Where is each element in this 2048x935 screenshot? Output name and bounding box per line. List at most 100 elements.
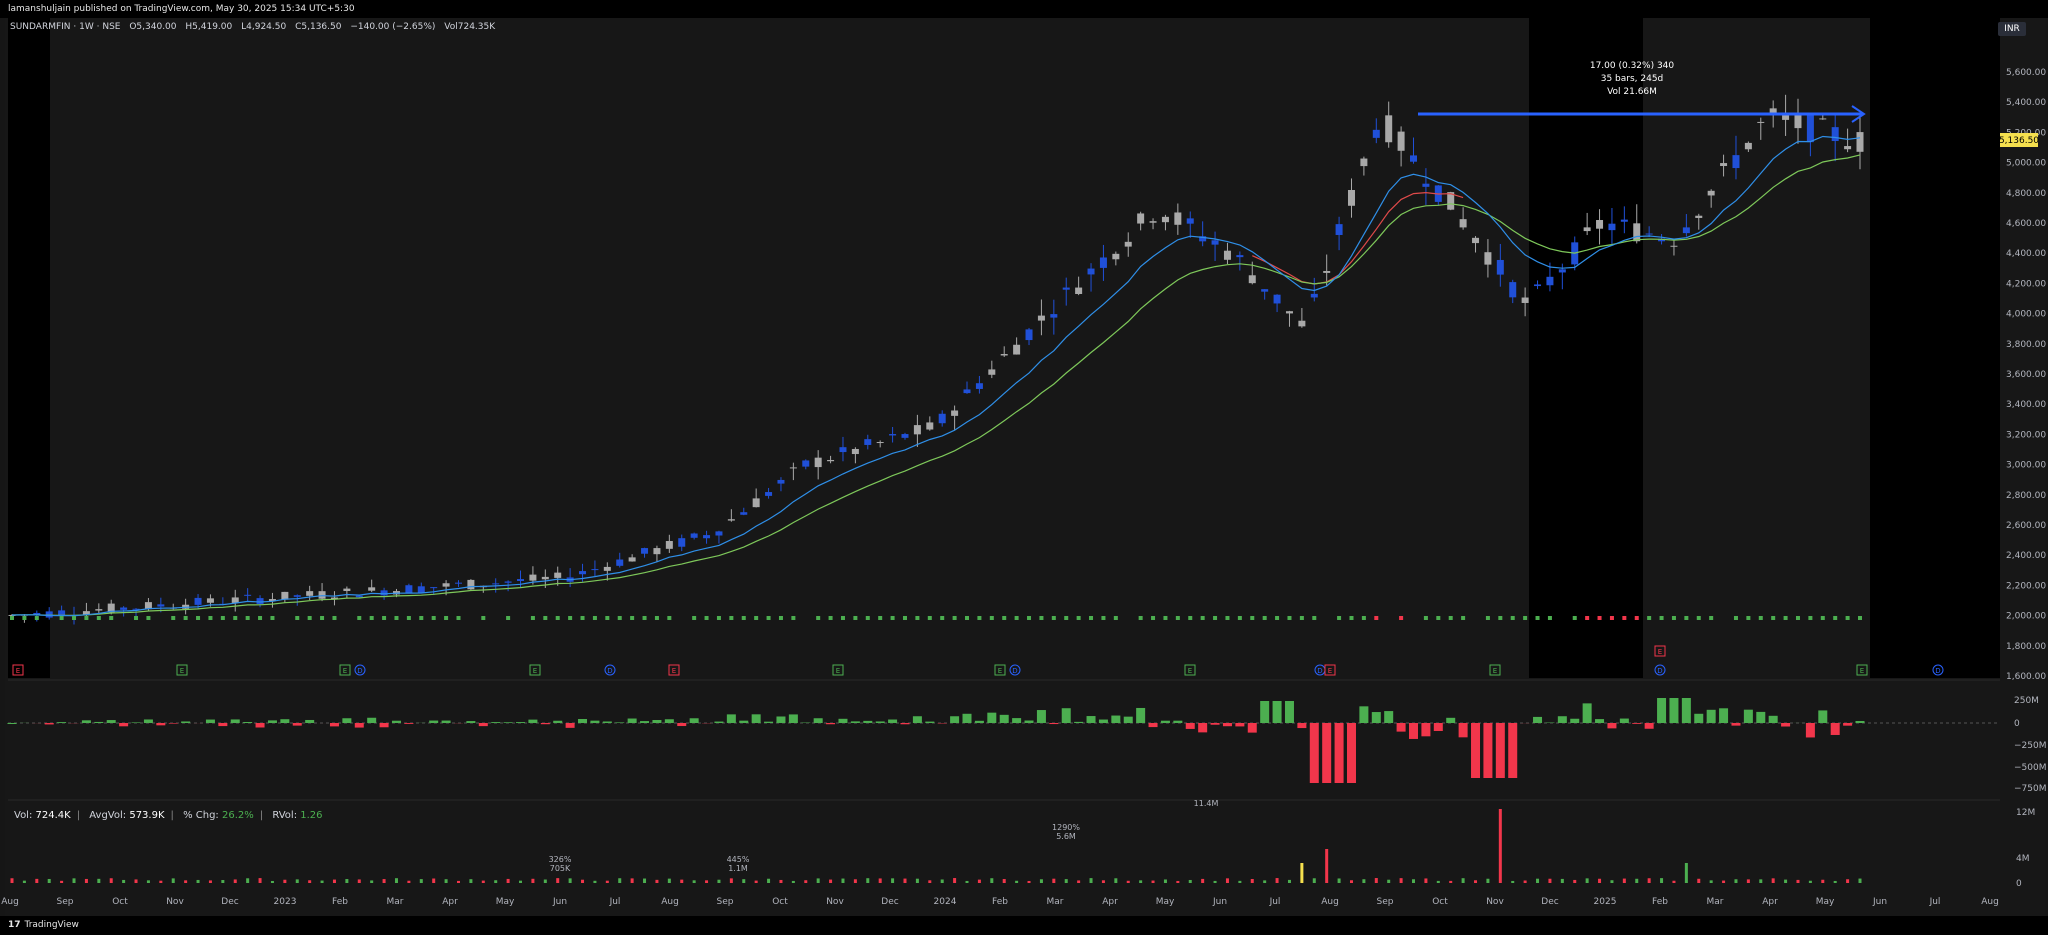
candle bbox=[1273, 294, 1281, 313]
oscillator-bar bbox=[838, 718, 848, 723]
oscillator-bar bbox=[1235, 723, 1245, 727]
signal-dot bbox=[791, 616, 796, 620]
oscillator-bar bbox=[689, 718, 699, 723]
volume-bar bbox=[878, 878, 882, 883]
oscillator-bar bbox=[1222, 723, 1232, 727]
candle bbox=[1806, 113, 1814, 157]
event-marker-label: E bbox=[180, 667, 184, 675]
candle-body bbox=[1261, 289, 1269, 292]
oscillator-bar bbox=[1123, 716, 1133, 723]
volume-bar bbox=[60, 880, 64, 883]
event-markers[interactable]: E E E D E D E E E D E D E E DEE D bbox=[12, 645, 1944, 676]
volume-bar bbox=[1622, 878, 1626, 883]
candle-body bbox=[1744, 142, 1752, 150]
volume-bar bbox=[1387, 879, 1391, 883]
oscillator-bar bbox=[987, 712, 997, 723]
candle-body bbox=[889, 434, 897, 436]
candle bbox=[1186, 211, 1194, 238]
volume-bar bbox=[494, 880, 498, 883]
measure-line2: 35 bars, 245d bbox=[1600, 74, 1664, 84]
volume-bar bbox=[1089, 878, 1093, 883]
signal-dot bbox=[1076, 616, 1081, 620]
volume-bar bbox=[1349, 880, 1353, 883]
volume-bar bbox=[1114, 878, 1118, 883]
oscillator-bar bbox=[1272, 701, 1282, 723]
volume-bar bbox=[1201, 878, 1205, 883]
candle bbox=[1099, 244, 1107, 281]
volume-bar bbox=[35, 878, 39, 883]
currency-badge[interactable]: INR bbox=[1998, 22, 2026, 36]
candle bbox=[1844, 128, 1852, 153]
time-axis-label: Apr bbox=[1762, 897, 1778, 907]
oscillator-bar bbox=[776, 716, 786, 723]
price-axis[interactable]: 5,600.005,400.005,200.005,000.004,800.00… bbox=[2006, 68, 2046, 682]
time-axis[interactable]: Aug Sep Oct Nov Dec 2023 Feb Mar Apr May Jun Jul Aug… bbox=[1, 897, 1999, 907]
signal-dot bbox=[729, 616, 734, 620]
volume-bar bbox=[841, 878, 845, 883]
volume-bar bbox=[258, 878, 262, 883]
volume-bar bbox=[742, 879, 746, 883]
signal-dot bbox=[865, 616, 870, 620]
measure-line1: 17.00 (0.32%) 340 bbox=[1589, 61, 1675, 71]
oscillator-bar bbox=[764, 721, 774, 723]
oscillator-bar bbox=[1805, 723, 1815, 738]
candle bbox=[603, 562, 611, 581]
signal-dot bbox=[394, 616, 399, 620]
signal-dot bbox=[1287, 616, 1292, 620]
candle-body bbox=[231, 597, 239, 603]
candle-body bbox=[492, 583, 500, 585]
oscillator-bar bbox=[602, 721, 612, 723]
oscillator-bar bbox=[1756, 711, 1766, 723]
candle bbox=[405, 583, 413, 593]
candle-body bbox=[1682, 227, 1690, 234]
event-marker-label: D bbox=[1012, 667, 1017, 675]
measure-line3: Vol 21.66M bbox=[1607, 87, 1657, 97]
candle-body bbox=[281, 591, 289, 600]
oscillator-bar bbox=[1359, 706, 1369, 723]
chg-value: 26.2% bbox=[221, 810, 254, 821]
candle-body bbox=[206, 598, 214, 603]
signal-dot bbox=[1510, 616, 1515, 620]
time-axis-label: Feb bbox=[1652, 897, 1668, 907]
volume-bar bbox=[519, 880, 523, 883]
volume-bar bbox=[1412, 879, 1416, 883]
candle bbox=[814, 450, 822, 480]
price-chart[interactable]: EEEDEDEEEDEDEEDEED 5,600.005,400.005,200… bbox=[0, 0, 2048, 935]
oscillator-bar bbox=[81, 720, 91, 723]
tradingview-logo-icon[interactable]: 17 bbox=[8, 920, 21, 930]
oscillator-bar bbox=[1049, 723, 1059, 725]
signal-dot bbox=[1845, 616, 1850, 620]
symbol-name[interactable]: SUNDARMFIN · 1W · NSE bbox=[10, 22, 120, 32]
volume-bar bbox=[1771, 878, 1775, 883]
candle bbox=[591, 560, 599, 577]
candle bbox=[864, 434, 872, 450]
time-axis-label: Aug bbox=[1981, 897, 1999, 907]
oscillator-bar bbox=[7, 723, 17, 724]
volume-annotation: 705K bbox=[550, 864, 571, 873]
oscillator-bar bbox=[1111, 715, 1121, 723]
oscillator-bar bbox=[1781, 723, 1791, 727]
volume-bar bbox=[581, 879, 585, 883]
signal-dot bbox=[1312, 616, 1317, 620]
oscillator-bar bbox=[590, 720, 600, 723]
oscillator-bar bbox=[1570, 718, 1580, 723]
footer-brand[interactable]: TradingView bbox=[25, 920, 79, 930]
oscillator-bar bbox=[1074, 721, 1084, 723]
event-marker-label: E bbox=[1493, 667, 1497, 675]
signal-dot bbox=[543, 616, 548, 620]
signal-dot bbox=[1027, 616, 1032, 620]
volume-bar bbox=[1126, 880, 1130, 883]
candle-body bbox=[1397, 131, 1405, 151]
candle-body bbox=[1013, 344, 1021, 355]
volume-bar bbox=[618, 878, 622, 883]
signal-dot bbox=[654, 616, 659, 620]
oscillator-bar bbox=[1136, 707, 1146, 723]
candle bbox=[566, 568, 574, 588]
signal-dot bbox=[1485, 616, 1490, 620]
price-axis-label: 2,000.00 bbox=[2006, 612, 2046, 622]
signal-dot bbox=[34, 616, 39, 620]
signal-dot bbox=[1250, 616, 1255, 620]
volume-bar bbox=[184, 880, 188, 883]
oscillator-bar bbox=[1632, 723, 1642, 724]
candle bbox=[1496, 243, 1504, 287]
